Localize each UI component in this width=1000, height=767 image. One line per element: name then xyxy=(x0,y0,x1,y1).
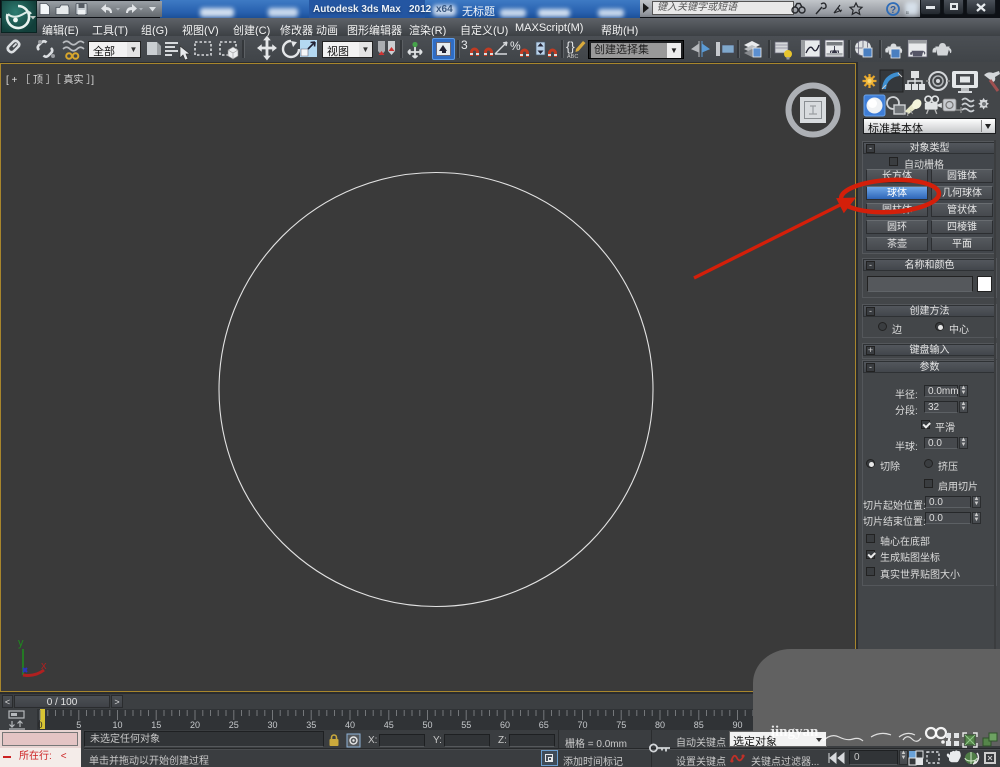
svg-text:30: 30 xyxy=(267,720,277,730)
svg-text:90: 90 xyxy=(732,720,742,730)
svg-text:x: x xyxy=(41,660,47,672)
svg-text:?: ? xyxy=(890,5,896,16)
svg-text:0: 0 xyxy=(37,720,42,730)
svg-text:65: 65 xyxy=(539,720,549,730)
svg-text:75: 75 xyxy=(616,720,626,730)
svg-text:60: 60 xyxy=(500,720,510,730)
svg-text:jingyan: jingyan xyxy=(769,724,819,740)
svg-text:45: 45 xyxy=(384,720,394,730)
svg-text:3: 3 xyxy=(461,38,468,52)
svg-text:10: 10 xyxy=(112,720,122,730)
svg-text:80: 80 xyxy=(655,720,665,730)
svg-text:50: 50 xyxy=(422,720,432,730)
svg-text:25: 25 xyxy=(229,720,239,730)
svg-text:5: 5 xyxy=(76,720,81,730)
svg-text:{}: {} xyxy=(566,39,575,54)
svg-text:40: 40 xyxy=(345,720,355,730)
svg-text:70: 70 xyxy=(577,720,587,730)
svg-text:y: y xyxy=(18,637,24,649)
svg-text:20: 20 xyxy=(190,720,200,730)
svg-text:%: % xyxy=(510,39,521,53)
svg-text:85: 85 xyxy=(694,720,704,730)
svg-text:ABC: ABC xyxy=(567,54,578,60)
svg-text:35: 35 xyxy=(306,720,316,730)
svg-text:55: 55 xyxy=(461,720,471,730)
svg-text:15: 15 xyxy=(151,720,161,730)
